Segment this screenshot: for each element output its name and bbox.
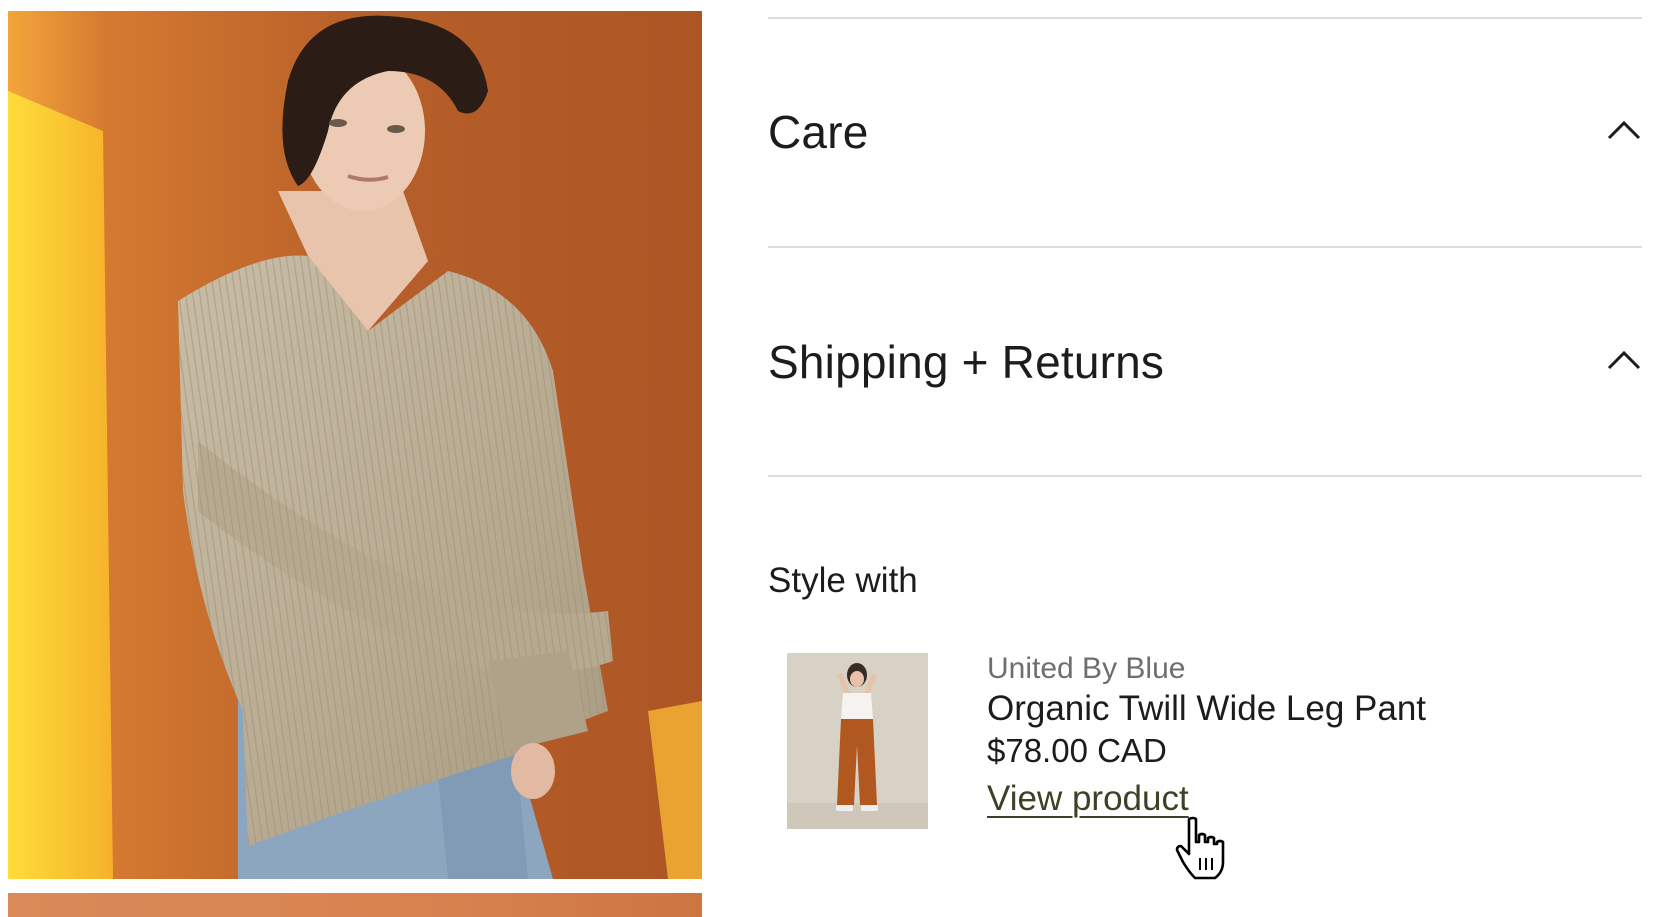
product-details: Care Shipping + Returns Style with Unite…: [768, 0, 1642, 906]
product-price: $78.00 CAD: [987, 732, 1167, 769]
product-name: Organic Twill Wide Leg Pant: [987, 689, 1427, 728]
product-gallery: [8, 11, 702, 917]
product-thumbnail-image: [787, 653, 928, 829]
product-secondary-image[interactable]: [8, 893, 702, 917]
accordion-care[interactable]: Care: [768, 19, 1642, 247]
style-with-heading: Style with: [768, 561, 918, 600]
product-info: United By Blue Organic Twill Wide Leg Pa…: [987, 650, 1587, 822]
accordion-shipping-returns[interactable]: Shipping + Returns: [768, 248, 1642, 476]
divider: [768, 475, 1642, 477]
style-with-product-card: United By Blue Organic Twill Wide Leg Pa…: [787, 650, 1642, 860]
accordion-title-care: Care: [768, 106, 869, 158]
accordion-title-shipping-returns: Shipping + Returns: [768, 336, 1165, 388]
chevron-up-icon[interactable]: [1606, 349, 1642, 371]
chevron-up-icon[interactable]: [1606, 119, 1642, 141]
view-product-link[interactable]: View product: [987, 776, 1189, 822]
product-brand: United By Blue: [987, 652, 1186, 685]
product-thumbnail[interactable]: [787, 653, 928, 829]
product-main-image[interactable]: [8, 11, 702, 879]
model-photo: [8, 11, 702, 879]
